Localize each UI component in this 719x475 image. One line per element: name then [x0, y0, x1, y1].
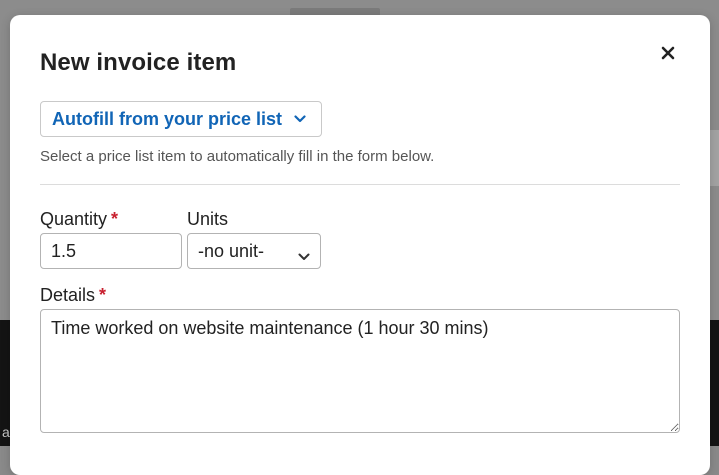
background-side-element: [710, 130, 719, 186]
background-text-fragment: a: [2, 424, 10, 440]
units-label: Units: [187, 209, 229, 229]
units-select[interactable]: -no unit-: [187, 233, 321, 269]
details-label-text: Details: [40, 285, 96, 305]
close-icon: [661, 46, 675, 60]
autofill-label: Autofill from your price list: [52, 108, 283, 129]
quantity-label: Quantity *: [40, 209, 118, 230]
autofill-price-list-button[interactable]: Autofill from your price list: [40, 101, 322, 137]
divider: [40, 184, 680, 185]
units-selected-value: -no unit-: [198, 240, 265, 261]
details-label: Details *: [40, 285, 106, 306]
required-marker: *: [99, 285, 107, 305]
quantity-input[interactable]: [40, 233, 182, 269]
required-marker: *: [111, 209, 119, 229]
chevron-down-icon: [298, 245, 310, 266]
new-invoice-item-modal: New invoice item Autofill from your pric…: [10, 15, 710, 475]
quantity-label-text: Quantity: [40, 209, 108, 229]
details-textarea[interactable]: Time worked on website maintenance (1 ho…: [40, 309, 680, 433]
modal-title: New invoice item: [40, 49, 237, 76]
autofill-hint: Select a price list item to automaticall…: [40, 148, 435, 165]
close-button[interactable]: [656, 41, 680, 65]
chevron-down-icon: [294, 115, 306, 123]
